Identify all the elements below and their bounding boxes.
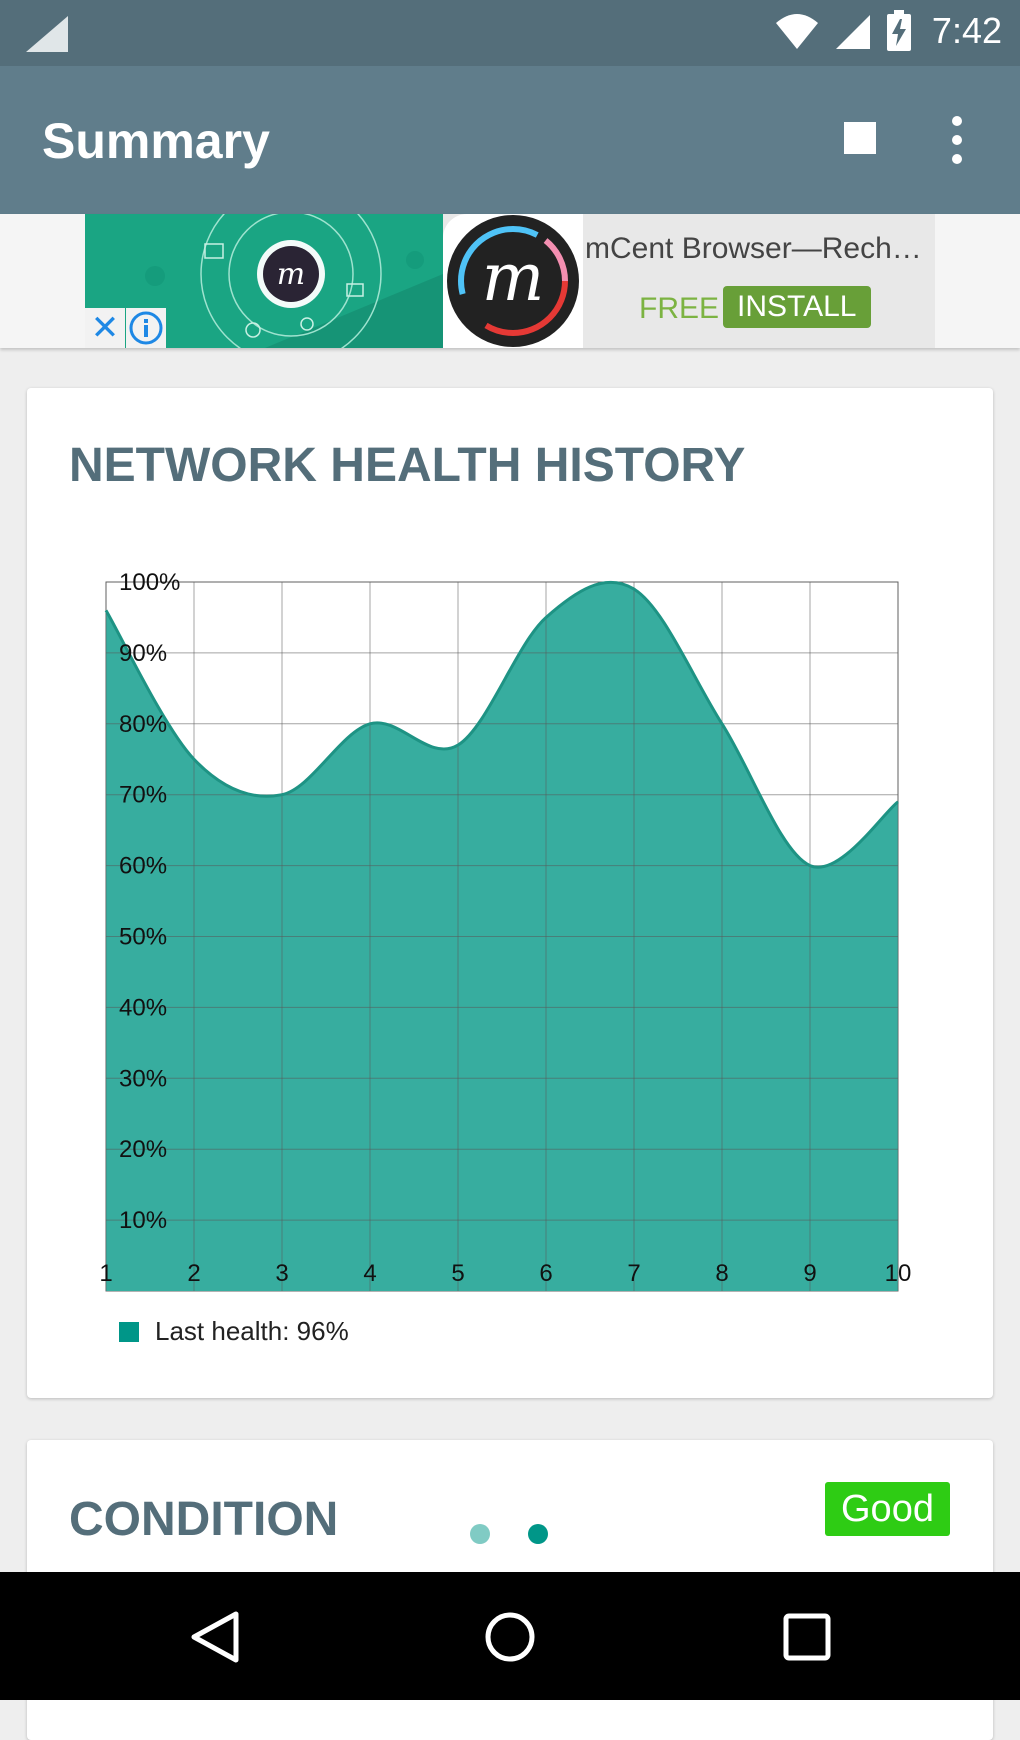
svg-text:m: m [277,257,305,292]
chart-legend: Last health: 96% [119,1316,349,1347]
stop-button[interactable] [826,114,896,164]
status-badge: Good [825,1482,950,1536]
home-button[interactable] [475,1602,545,1672]
card-title: CONDITION [69,1493,339,1546]
y-tick-label: 30% [119,1065,167,1092]
close-icon: ✕ [90,309,120,347]
x-tick-label: 1 [99,1260,112,1287]
x-tick-label: 2 [187,1260,200,1287]
ad-info-button[interactable] [126,308,166,348]
page-dot[interactable] [470,1524,490,1544]
x-tick-label: 8 [715,1260,728,1287]
y-tick-label: 10% [119,1207,167,1234]
back-button[interactable] [180,1602,250,1672]
network-health-card: NETWORK HEALTH HISTORY 10% 20% 30% 40% 50% 60… [27,388,993,1398]
back-icon [191,1611,239,1663]
wifi-icon [775,14,818,49]
ad-title: mCent Browser—Rech… [585,232,922,265]
ad-install-button[interactable]: INSTALL [723,286,871,328]
y-tick-label: 60% [119,853,167,880]
legend-label: Last health: 96% [155,1316,349,1346]
page-dot[interactable] [528,1524,548,1544]
y-tick-label: 90% [119,640,167,667]
info-icon [129,311,163,345]
signal-icon [26,16,68,52]
page-title: Summary [42,113,270,169]
home-icon [485,1612,535,1662]
ad-strip: m ✕ m mCent Browser—Rech… FREE INSTALL [0,214,1020,348]
status-bar: 7:42 [0,0,1020,66]
recents-button[interactable] [772,1602,842,1672]
ad-close-button[interactable]: ✕ [85,308,125,348]
nav-bar [0,1572,1020,1700]
x-tick-label: 5 [451,1260,464,1287]
y-tick-label: 70% [119,782,167,809]
network-health-chart: 10% 20% 30% 40% 50% 60% 70% 80% 90% 100% 1 2 3 4 5 6 7 8 9… [99,569,912,1292]
stop-icon [844,122,876,154]
x-tick-label: 4 [363,1260,376,1287]
more-options-button[interactable] [930,114,982,166]
recents-icon [783,1613,831,1661]
status-time: 7:42 [931,10,1002,51]
ad-logo-letter: m [482,239,545,316]
ad-banner[interactable]: m ✕ m mCent Browser—Rech… FREE INSTALL [85,214,935,348]
page-indicator [470,1524,548,1544]
x-tick-label: 6 [539,1260,552,1287]
ad-free-label: FREE [639,292,720,325]
y-tick-label: 50% [119,924,167,951]
x-tick-label: 7 [627,1260,640,1287]
y-tick-label: 20% [119,1136,167,1163]
y-tick-label: 80% [119,711,167,738]
ad-app-logo: m [443,214,583,348]
x-tick-label: 3 [275,1260,288,1287]
legend-swatch [119,1321,139,1342]
cell-signal-icon [835,15,870,49]
x-tick-label: 9 [803,1260,816,1287]
battery-charging-icon [886,10,911,51]
x-tick-label: 10 [885,1260,912,1287]
app-bar: Summary [0,66,1020,214]
y-tick-label: 100% [119,569,180,596]
y-tick-label: 40% [119,994,167,1021]
